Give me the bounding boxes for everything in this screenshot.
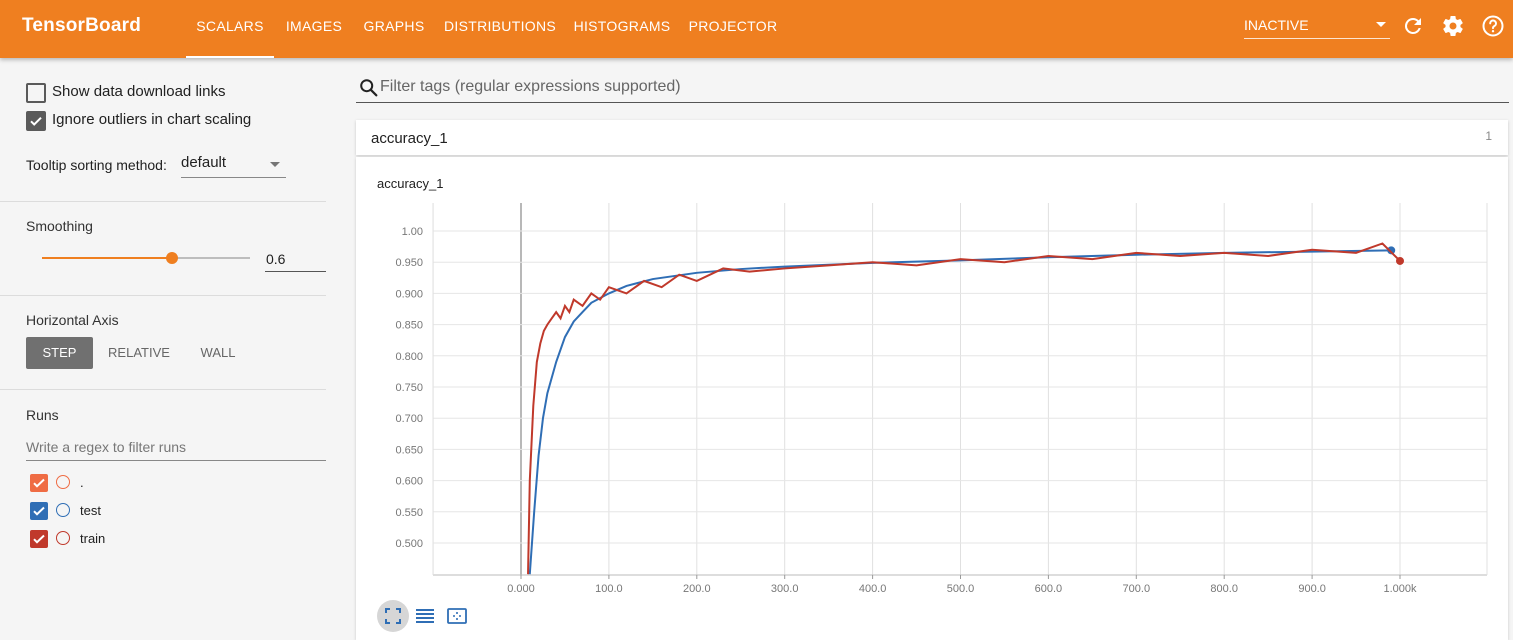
tab-images[interactable]: IMAGES	[280, 0, 348, 58]
runs-title: Runs	[26, 407, 59, 423]
line-chart[interactable]: 0.000 100.0 200.0 300.0 400.0 500.0 600.0 700.0…	[356, 157, 1508, 597]
horizontal-axis-title: Horizontal Axis	[26, 312, 119, 328]
smoothing-slider-knob[interactable]	[166, 252, 178, 264]
ignore-outliers-label: Ignore outliers in chart scaling	[52, 111, 252, 128]
y-tick-label: 0.900	[395, 288, 423, 300]
run-checkbox[interactable]	[30, 474, 48, 492]
run-status-dropdown[interactable]: INACTIVE	[1244, 14, 1390, 39]
run-filter-placeholder: Write a regex to filter runs	[26, 439, 187, 455]
x-tick-label: 500.0	[947, 583, 975, 595]
checkbox-unchecked-icon	[26, 83, 46, 103]
run-checkbox[interactable]	[30, 502, 48, 520]
y-tick-label: 0.750	[395, 382, 423, 394]
tooltip-sorting-label: Tooltip sorting method:	[26, 157, 167, 173]
tab-scalars[interactable]: SCALARS	[186, 0, 274, 58]
tab-graphs[interactable]: GRAPHS	[358, 0, 430, 58]
y-tick-label: 0.850	[395, 320, 423, 332]
chevron-down-icon	[1376, 22, 1386, 27]
run-label: .	[80, 475, 84, 490]
run-status-value: INACTIVE	[1244, 17, 1309, 33]
refresh-icon[interactable]	[1401, 14, 1425, 38]
top-app-bar: TensorBoard SCALARS IMAGES GRAPHS DISTRI…	[0, 0, 1513, 58]
divider	[0, 389, 326, 390]
y-tick-label: 0.550	[395, 507, 423, 519]
scalar-chart-card: accuracy_1 0.000 100.0 200.0 300.0 400.0 500.…	[356, 157, 1508, 640]
run-color-circle-icon	[56, 503, 70, 517]
x-tick-label: 100.0	[595, 583, 623, 595]
y-tick-label: 0.600	[395, 476, 423, 488]
checkbox-checked-icon	[26, 111, 46, 131]
y-tick-label: 0.700	[395, 413, 423, 425]
y-tick-label: 0.950	[395, 257, 423, 269]
category-count: 1	[1485, 129, 1492, 143]
tooltip-sorting-value: default	[181, 154, 227, 171]
run-label: train	[80, 531, 106, 546]
y-tick-label: 0.500	[395, 538, 423, 550]
smoothing-value: 0.6	[266, 251, 286, 267]
tag-filter-input[interactable]: Filter tags (regular expressions support…	[356, 75, 1509, 103]
settings-icon[interactable]	[1441, 14, 1465, 38]
x-tick-label: 900.0	[1298, 583, 1326, 595]
help-icon[interactable]	[1481, 14, 1505, 38]
y-tick-label: 0.800	[395, 351, 423, 363]
axis-step-button[interactable]: STEP	[26, 337, 93, 369]
tab-projector[interactable]: PROJECTOR	[686, 0, 780, 58]
run-color-circle-icon	[56, 531, 70, 545]
zoom-selection-button[interactable]	[441, 600, 473, 632]
search-icon	[360, 79, 378, 97]
divider	[0, 201, 326, 202]
smoothing-slider[interactable]	[42, 252, 250, 264]
tag-filter-placeholder: Filter tags (regular expressions support…	[380, 78, 681, 95]
show-download-links-label: Show data download links	[52, 83, 226, 100]
x-tick-label: 800.0	[1210, 583, 1238, 595]
run-label: test	[80, 503, 101, 518]
y-tick-label: 0.650	[395, 444, 423, 456]
run-color-circle-icon	[56, 475, 70, 489]
divider	[0, 295, 326, 296]
chevron-down-icon	[270, 162, 280, 167]
tab-histograms[interactable]: HISTOGRAMS	[570, 0, 674, 58]
axis-wall-button[interactable]: WALL	[187, 337, 249, 369]
smoothing-title: Smoothing	[26, 218, 93, 234]
zoom-selection-icon	[447, 608, 467, 624]
x-tick-label: 0.000	[507, 583, 535, 595]
run-checkbox[interactable]	[30, 530, 48, 548]
x-tick-label: 1.000k	[1383, 583, 1417, 595]
series-end-point-1	[1396, 256, 1404, 265]
log-scale-icon	[416, 609, 434, 623]
x-tick-label: 400.0	[859, 583, 887, 595]
smoothing-slider-fill	[42, 257, 172, 259]
fit-domain-button[interactable]	[377, 600, 409, 632]
category-name: accuracy_1	[371, 130, 448, 147]
sidebar: Show data download links Ignore outliers…	[0, 58, 354, 640]
tooltip-sorting-dropdown[interactable]: default	[181, 153, 286, 178]
x-tick-label: 700.0	[1123, 583, 1151, 595]
y-tick-label: 1.00	[402, 226, 423, 238]
category-header[interactable]: accuracy_1 1	[356, 120, 1508, 155]
fit-domain-icon	[385, 608, 401, 624]
tab-distributions[interactable]: DISTRIBUTIONS	[440, 0, 560, 58]
app-title: TensorBoard	[22, 15, 142, 36]
axis-relative-button[interactable]: RELATIVE	[101, 337, 177, 369]
x-tick-label: 200.0	[683, 583, 711, 595]
run-filter-input[interactable]: Write a regex to filter runs	[26, 435, 326, 461]
x-tick-label: 300.0	[771, 583, 799, 595]
x-tick-label: 600.0	[1035, 583, 1063, 595]
smoothing-input[interactable]: 0.6	[265, 247, 326, 272]
log-scale-button[interactable]	[409, 600, 441, 632]
